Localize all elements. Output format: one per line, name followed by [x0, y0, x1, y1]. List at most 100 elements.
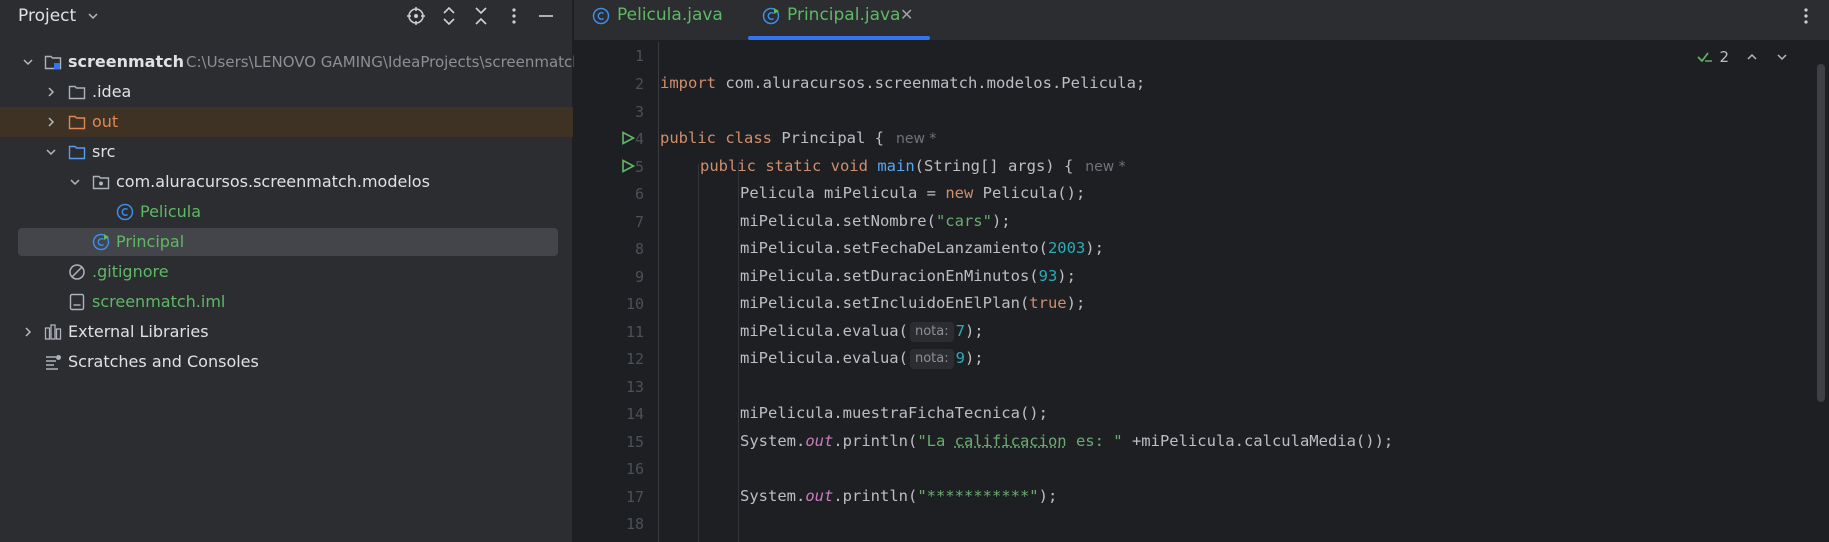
code-token: (String[] args) { [914, 157, 1074, 175]
tree-row-iml[interactable]: screenmatch.iml [0, 287, 573, 317]
code-token: 2003 [1047, 239, 1086, 257]
code-token: out [805, 432, 834, 450]
main-class-icon [92, 233, 110, 251]
line-number: 1 [634, 47, 644, 65]
gitignore-icon [69, 264, 85, 280]
chevron-down-icon[interactable] [69, 176, 81, 188]
locate-icon[interactable] [406, 6, 426, 26]
code-token: ); [964, 322, 984, 340]
code-line-4: public class Principal {new * [660, 129, 936, 147]
chevron-up-icon[interactable] [1745, 50, 1759, 64]
code-token: miPelicula.setNombre( [740, 212, 936, 230]
code-line-6: Pelicula miPelicula = new Pelicula(); [740, 184, 1085, 202]
line-number: 7 [634, 213, 644, 231]
code-token: ); [1057, 267, 1076, 285]
code-vision-author[interactable]: new * [1085, 159, 1125, 175]
line-number: 12 [625, 350, 644, 368]
chevron-down-icon[interactable] [22, 56, 34, 68]
code-token: ); [1066, 294, 1086, 312]
tab-label: Pelicula.java [617, 5, 723, 25]
code-token: miPelicula.setDuracionEnMinutos( [740, 267, 1039, 285]
project-panel-header: Project [0, 0, 573, 32]
run-icon[interactable] [621, 159, 635, 173]
tree-label: Principal [116, 232, 185, 251]
chevron-right-icon[interactable] [45, 86, 57, 98]
minimize-icon[interactable] [536, 6, 556, 26]
chevron-down-icon[interactable] [45, 146, 57, 158]
active-tab-indicator [748, 36, 930, 40]
code-token: ); [964, 349, 984, 367]
code-token: main [877, 157, 915, 175]
project-path: C:\Users\LENOVO GAMING\IdeaProjects\scre… [186, 53, 582, 71]
line-number: 9 [634, 268, 644, 286]
code-token: com.aluracursos.screenmatch.modelos.Peli… [716, 74, 1146, 92]
iml-file-icon [69, 293, 85, 311]
tree-row-external-libraries[interactable]: External Libraries [0, 317, 573, 347]
class-icon [116, 203, 134, 221]
tree-row-principal[interactable]: Principal [0, 227, 573, 257]
package-icon [92, 175, 110, 190]
code-token: "***********" [917, 487, 1039, 505]
code-token: true [1029, 294, 1067, 312]
line-number: 10 [625, 295, 644, 313]
tree-row-out[interactable]: out [0, 107, 573, 137]
code-token: ); [1085, 239, 1104, 257]
more-vertical-icon[interactable] [1803, 6, 1809, 26]
tree-row-gitignore[interactable]: .gitignore [0, 257, 573, 287]
editor-tab-bar: Pelicula.java Principal.java ✕ [574, 0, 1829, 41]
project-panel-title[interactable]: Project [18, 6, 76, 26]
indent-guide [698, 164, 699, 542]
module-icon [44, 55, 62, 70]
code-token: es: " [1066, 432, 1123, 450]
code-line-12: miPelicula.evalua(nota: 9); [740, 349, 984, 369]
code-line-2: import com.aluracursos.screenmatch.model… [660, 74, 1145, 92]
tree-label: .gitignore [92, 262, 169, 281]
code-token: "La [917, 432, 955, 450]
code-token: System. [740, 487, 806, 505]
inspection-widget[interactable]: 2 [1697, 47, 1789, 67]
tree-row-screenmatch[interactable]: screenmatch C:\Users\LENOVO GAMING\IdeaP… [0, 47, 582, 77]
code-vision-author[interactable]: new * [896, 131, 936, 147]
run-icon[interactable] [621, 131, 635, 145]
vertical-scrollbar[interactable] [1817, 64, 1825, 402]
code-editor[interactable]: 1 2 3 4 5 6 7 8 9 10 11 12 13 14 15 16 1… [574, 42, 1829, 542]
tree-row-idea[interactable]: .idea [0, 77, 573, 107]
code-line-7: miPelicula.setNombre("cars"); [740, 212, 1011, 230]
tree-label: Scratches and Consoles [68, 352, 259, 371]
tree-row-src[interactable]: src [0, 137, 573, 167]
chevron-down-icon[interactable] [86, 9, 100, 23]
expand-all-icon[interactable] [439, 6, 459, 26]
line-number: 13 [625, 378, 644, 396]
inspection-count: 2 [1719, 48, 1729, 66]
tree-row-scratches[interactable]: Scratches and Consoles [0, 347, 573, 377]
tree-row-package[interactable]: com.aluracursos.screenmatch.modelos [0, 167, 573, 197]
code-token: 9 [955, 349, 965, 367]
typo-highlight: calificacion [954, 432, 1067, 450]
code-line-17: System.out.println("***********"); [740, 487, 1057, 505]
line-number: 8 [634, 240, 644, 258]
parameter-hint: nota: [909, 349, 954, 369]
close-icon[interactable]: ✕ [900, 5, 913, 24]
class-icon [592, 7, 610, 25]
chevron-right-icon[interactable] [22, 326, 34, 338]
code-token: public static void [700, 157, 868, 175]
folder-icon [68, 115, 86, 130]
code-token: import [660, 74, 716, 92]
tree-label: src [92, 142, 116, 161]
code-token: 7 [955, 322, 965, 340]
code-line-15: System.out.println("La calificacion es: … [740, 432, 1393, 450]
collapse-all-icon[interactable] [471, 6, 491, 26]
line-number: 17 [625, 488, 644, 506]
line-number: 14 [625, 405, 644, 423]
chevron-right-icon[interactable] [45, 116, 57, 128]
more-vertical-icon[interactable] [504, 6, 524, 26]
source-folder-icon [68, 145, 86, 160]
tree-row-pelicula[interactable]: Pelicula [0, 197, 573, 227]
project-panel: Project screenmatch C:\Users\LENOVO GAMI… [0, 0, 582, 542]
gutter-divider [658, 42, 659, 542]
tree-label: screenmatch.iml [92, 292, 226, 311]
folder-icon [68, 85, 86, 100]
chevron-down-icon[interactable] [1775, 50, 1789, 64]
tree-label: screenmatch [68, 52, 184, 71]
line-number: 6 [634, 185, 644, 203]
